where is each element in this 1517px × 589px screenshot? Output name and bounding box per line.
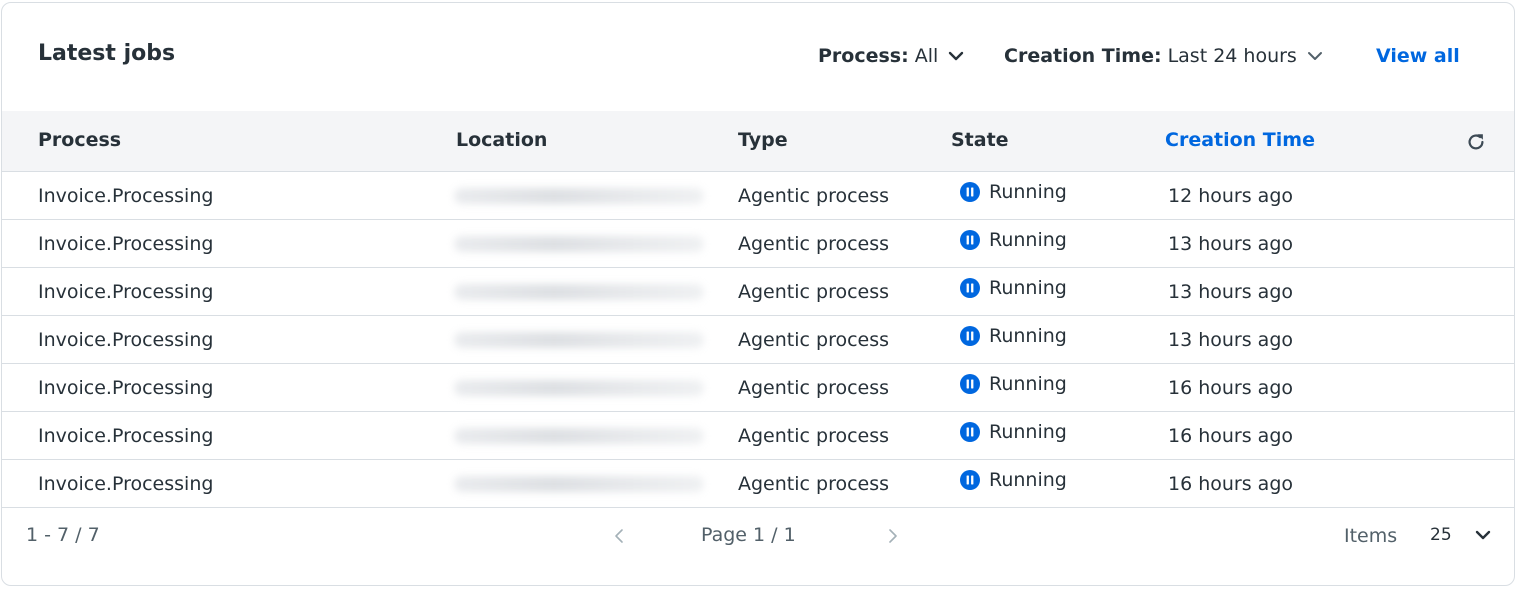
- latest-jobs-card: Latest jobs Process: All Creation Time: …: [1, 2, 1515, 586]
- cell-type: Agentic process: [738, 281, 890, 303]
- view-all-link[interactable]: View all: [1376, 45, 1460, 67]
- cell-type: Agentic process: [738, 425, 890, 447]
- card-title: Latest jobs: [38, 41, 176, 66]
- table-row[interactable]: Invoice.Processing Agentic process Running…: [2, 172, 1514, 220]
- cell-process[interactable]: Invoice.Processing: [38, 377, 213, 399]
- cell-type: Agentic process: [738, 185, 890, 207]
- cell-creation-time: 16 hours ago: [1168, 425, 1294, 447]
- pagination-range: 1 - 7 / 7: [26, 524, 100, 546]
- cell-process[interactable]: Invoice.Processing: [38, 233, 213, 255]
- table-header: Process Location Type State Creation Tim…: [2, 111, 1514, 172]
- redacted-blur: [454, 236, 704, 252]
- pause-circle-icon: [960, 326, 980, 346]
- pause-circle-icon: [960, 182, 980, 202]
- redacted-blur: [454, 428, 704, 444]
- cell-type: Agentic process: [738, 377, 890, 399]
- cell-creation-time: 13 hours ago: [1168, 281, 1294, 303]
- pause-circle-icon: [960, 374, 980, 394]
- redacted-blur: [454, 284, 704, 300]
- pause-circle-icon: [960, 278, 980, 298]
- cell-type: Agentic process: [738, 233, 890, 255]
- redacted-blur: [454, 188, 704, 204]
- cell-state: Running: [960, 181, 1067, 203]
- creation-time-filter-value: Last 24 hours: [1167, 45, 1297, 67]
- items-per-page-label: Items: [1344, 525, 1398, 547]
- table-row[interactable]: Invoice.Processing Agentic process Running…: [2, 460, 1514, 508]
- refresh-icon[interactable]: [1465, 131, 1487, 153]
- cell-creation-time: 12 hours ago: [1168, 185, 1294, 207]
- state-label: Running: [989, 229, 1067, 251]
- state-label: Running: [989, 277, 1067, 299]
- table-footer: 1 - 7 / 7 Page 1 / 1 Items 25: [2, 508, 1514, 568]
- cell-creation-time: 16 hours ago: [1168, 473, 1294, 495]
- state-label: Running: [989, 421, 1067, 443]
- column-header-process[interactable]: Process: [38, 129, 121, 151]
- table-body: Invoice.Processing Agentic process Running…: [2, 172, 1514, 508]
- cell-creation-time: 13 hours ago: [1168, 233, 1294, 255]
- chevron-down-icon: [949, 51, 964, 61]
- redacted-blur: [454, 380, 704, 396]
- table-row[interactable]: Invoice.Processing Agentic process Running…: [2, 268, 1514, 316]
- items-per-page-value: 25: [1430, 525, 1452, 545]
- cell-location-redacted: [444, 466, 720, 502]
- state-label: Running: [989, 373, 1067, 395]
- chevron-down-icon: [1307, 52, 1322, 60]
- cell-state: Running: [960, 325, 1067, 347]
- redacted-blur: [454, 476, 704, 492]
- cell-location-redacted: [444, 418, 720, 454]
- cell-creation-time: 16 hours ago: [1168, 377, 1294, 399]
- state-label: Running: [989, 469, 1067, 491]
- cell-process[interactable]: Invoice.Processing: [38, 329, 213, 351]
- cell-location-redacted: [444, 322, 720, 358]
- cell-type: Agentic process: [738, 473, 890, 495]
- table-row[interactable]: Invoice.Processing Agentic process Running…: [2, 364, 1514, 412]
- cell-process[interactable]: Invoice.Processing: [38, 281, 213, 303]
- cell-state: Running: [960, 469, 1067, 491]
- pause-circle-icon: [960, 470, 980, 490]
- column-header-location[interactable]: Location: [456, 129, 547, 151]
- cell-state: Running: [960, 277, 1067, 299]
- redacted-blur: [454, 332, 704, 348]
- table-row[interactable]: Invoice.Processing Agentic process Running…: [2, 220, 1514, 268]
- chevron-left-icon[interactable]: [612, 526, 626, 546]
- cell-state: Running: [960, 373, 1067, 395]
- cell-state: Running: [960, 421, 1067, 443]
- column-header-type[interactable]: Type: [738, 129, 788, 151]
- table-row[interactable]: Invoice.Processing Agentic process Running…: [2, 316, 1514, 364]
- cell-location-redacted: [444, 274, 720, 310]
- pause-circle-icon: [960, 422, 980, 442]
- items-per-page-select[interactable]: 25: [1430, 525, 1492, 545]
- table-row[interactable]: Invoice.Processing Agentic process Running…: [2, 412, 1514, 460]
- cell-location-redacted: [444, 370, 720, 406]
- column-header-state[interactable]: State: [951, 129, 1009, 151]
- pause-circle-icon: [960, 230, 980, 250]
- state-label: Running: [989, 325, 1067, 347]
- process-filter-value: All: [914, 45, 939, 67]
- process-filter-dropdown[interactable]: Process: All: [818, 45, 964, 67]
- page-indicator: Page 1 / 1: [701, 524, 796, 546]
- state-label: Running: [989, 181, 1067, 203]
- cell-process[interactable]: Invoice.Processing: [38, 473, 213, 495]
- creation-time-filter-label: Creation Time:: [1004, 45, 1162, 67]
- column-header-creation-time[interactable]: Creation Time: [1165, 129, 1315, 151]
- chevron-down-icon: [1475, 530, 1490, 540]
- cell-location-redacted: [444, 226, 720, 262]
- cell-state: Running: [960, 229, 1067, 251]
- cell-process[interactable]: Invoice.Processing: [38, 425, 213, 447]
- creation-time-filter-dropdown[interactable]: Creation Time: Last 24 hours: [1004, 45, 1323, 67]
- cell-type: Agentic process: [738, 329, 890, 351]
- cell-process[interactable]: Invoice.Processing: [38, 185, 213, 207]
- card-header: Latest jobs Process: All Creation Time: …: [2, 3, 1514, 111]
- cell-location-redacted: [444, 178, 720, 214]
- chevron-right-icon[interactable]: [886, 526, 900, 546]
- process-filter-label: Process:: [818, 45, 909, 67]
- cell-creation-time: 13 hours ago: [1168, 329, 1294, 351]
